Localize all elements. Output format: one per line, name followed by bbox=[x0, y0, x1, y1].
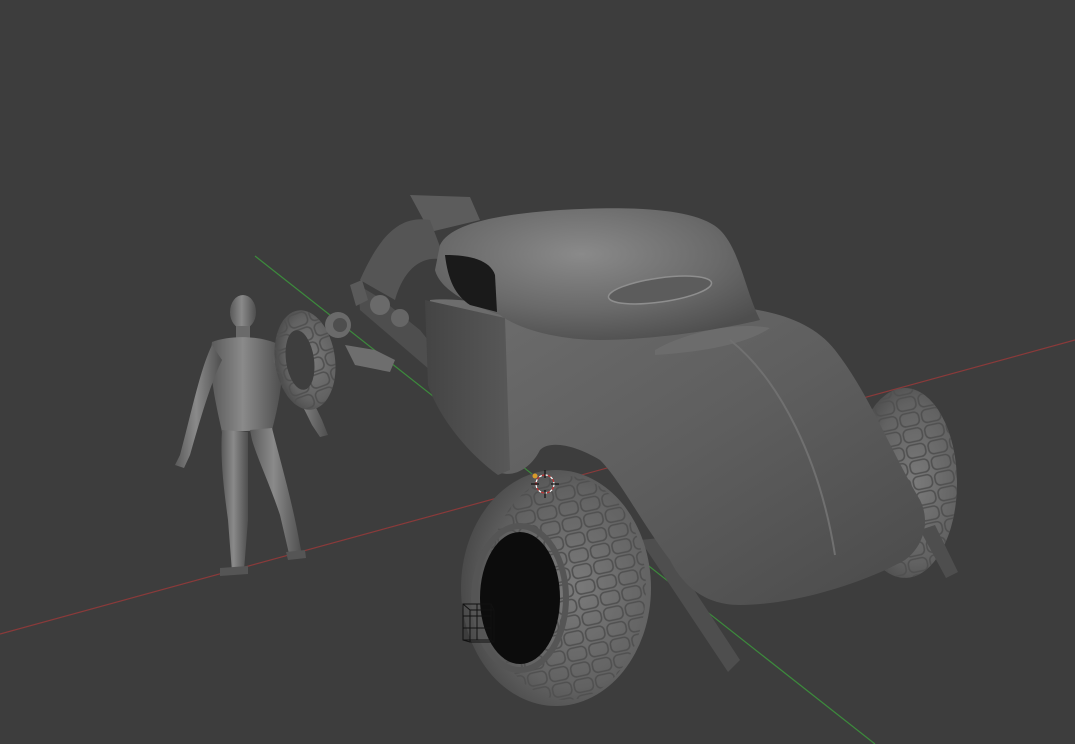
3d-viewport[interactable] bbox=[0, 0, 1075, 744]
viewport-scene[interactable] bbox=[0, 0, 1075, 744]
front-tire[interactable] bbox=[461, 470, 651, 706]
spare-tire[interactable] bbox=[268, 306, 351, 413]
